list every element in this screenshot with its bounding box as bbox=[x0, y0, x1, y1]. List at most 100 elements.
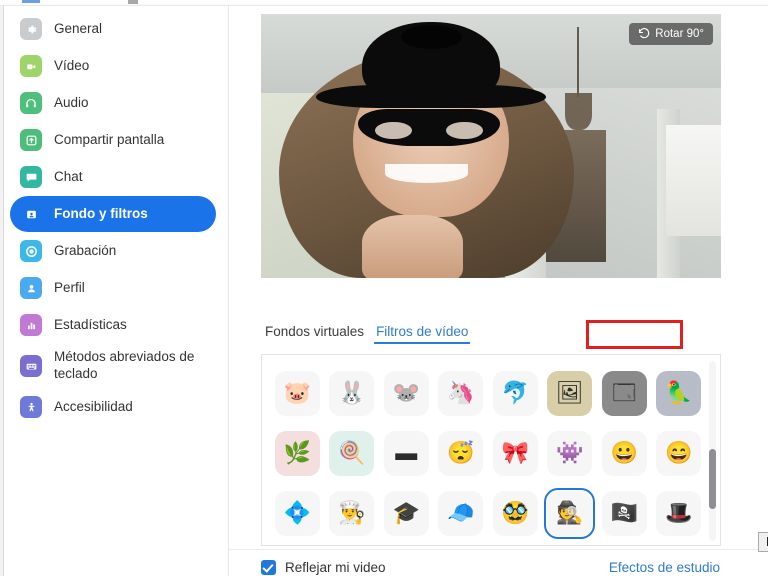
filter-cell[interactable]: 🐭 bbox=[379, 363, 434, 423]
filter-cell[interactable]: 🐬 bbox=[488, 363, 543, 423]
preview-mask-eye-left bbox=[374, 121, 412, 140]
share-screen-icon bbox=[20, 129, 42, 151]
graduation-cap-filter: 🎓 bbox=[383, 490, 429, 536]
filter-cell[interactable]: 🎩 bbox=[652, 483, 707, 543]
filter-cell[interactable]: 🦄 bbox=[434, 363, 489, 423]
keyboard-icon bbox=[20, 355, 42, 377]
sidebar-item-label: Vídeo bbox=[54, 57, 90, 73]
filter-cell[interactable]: 😄 bbox=[652, 423, 707, 483]
mustache-filter: 🥸 bbox=[492, 490, 538, 536]
sidebar-item-headphones[interactable]: Audio bbox=[10, 85, 216, 121]
antenna-bug-filter: 👾 bbox=[547, 430, 593, 476]
sidebar-item-gear[interactable]: General bbox=[10, 11, 216, 47]
dark-frame-filter: 🗔 bbox=[601, 370, 647, 416]
rotate-ccw-icon bbox=[638, 27, 650, 42]
unibrow-filter: ▬ bbox=[383, 430, 429, 476]
chat-bubble-icon bbox=[20, 166, 42, 188]
filter-cell[interactable]: 🥸 bbox=[488, 483, 543, 543]
sidebar-item-profile-person[interactable]: Perfil bbox=[10, 270, 216, 306]
filter-cell[interactable]: 🧢 bbox=[434, 483, 489, 543]
rotate-90-label: Rotar 90° bbox=[655, 28, 704, 40]
sidebar-left-edge bbox=[0, 0, 4, 576]
black-fedora-filter: 🎩 bbox=[656, 490, 702, 536]
red-beret-filter: 🧢 bbox=[438, 490, 484, 536]
filter-cell[interactable]: 🐷 bbox=[270, 363, 325, 423]
sidebar-item-background-filters[interactable]: Fondo y filtros bbox=[10, 196, 216, 232]
sidebar-item-label: Accesibilidad bbox=[54, 398, 133, 414]
sidebar-item-video-camera[interactable]: Vídeo bbox=[10, 48, 216, 84]
long-hair-filter: 😄 bbox=[656, 430, 702, 476]
tab-virtual-backgrounds[interactable]: Fondos virtuales bbox=[261, 322, 368, 344]
unicorn-horn-filter: 🦄 bbox=[438, 370, 484, 416]
studio-effects-link[interactable]: Efectos de estudio bbox=[609, 560, 720, 575]
gold-frame-filter: 🖼 bbox=[547, 370, 593, 416]
sidebar-item-label: Chat bbox=[54, 168, 83, 184]
gear-icon bbox=[20, 18, 42, 40]
rotate-90-button[interactable]: Rotar 90° bbox=[629, 23, 713, 45]
sidebar-item-chat-bubble[interactable]: Chat bbox=[10, 159, 216, 195]
filter-cell[interactable]: 😴 bbox=[434, 423, 489, 483]
filter-cell[interactable]: 👨‍🍳 bbox=[325, 483, 380, 543]
filter-scrollbar-thumb[interactable] bbox=[709, 449, 716, 509]
filter-cell[interactable]: ▬ bbox=[379, 423, 434, 483]
mirror-video-label: Reflejar mi video bbox=[285, 560, 386, 575]
preview-window-light bbox=[665, 124, 721, 236]
cockatiel-bird-filter: 🦜 bbox=[656, 370, 702, 416]
filter-cell[interactable]: 👾 bbox=[543, 423, 598, 483]
sidebar-item-share-screen[interactable]: Compartir pantalla bbox=[10, 122, 216, 158]
filter-cell[interactable]: 🗔 bbox=[597, 363, 652, 423]
bottom-divider bbox=[229, 549, 768, 550]
filter-cell[interactable]: 😀 bbox=[597, 423, 652, 483]
filter-cell[interactable]: 🎓 bbox=[379, 483, 434, 543]
filter-cell[interactable]: 🌿 bbox=[270, 423, 325, 483]
preview-chandelier bbox=[564, 26, 593, 131]
profile-person-icon bbox=[20, 277, 42, 299]
blonde-bangs-filter: 😀 bbox=[601, 430, 647, 476]
preview-person-smile bbox=[385, 164, 468, 183]
tab-video-filters[interactable]: Filtros de vídeo bbox=[372, 322, 472, 344]
video-camera-icon bbox=[20, 55, 42, 77]
filter-tabs: Fondos virtuales Filtros de vídeo bbox=[261, 322, 472, 344]
filter-cell[interactable]: 🦜 bbox=[652, 363, 707, 423]
filter-cell[interactable]: 🍭 bbox=[325, 423, 380, 483]
headphones-icon bbox=[20, 92, 42, 114]
filter-cell[interactable]: 💠 bbox=[270, 483, 325, 543]
sidebar-nav-list: General Vídeo Audio Compartir pantalla Chat F… bbox=[0, 11, 228, 425]
filter-cell[interactable]: 🕵 bbox=[543, 483, 598, 543]
mirror-video-checkbox[interactable] bbox=[261, 560, 276, 575]
chef-hat-filter: 👨‍🍳 bbox=[329, 490, 375, 536]
pirate-hat-filter: 🏴‍☠️ bbox=[601, 490, 647, 536]
sidebar-item-statistics-bar[interactable]: Estadísticas bbox=[10, 307, 216, 343]
sidebar-item-keyboard[interactable]: Métodos abreviados de teclado bbox=[10, 344, 216, 388]
filter-tooltip: Bandit bbox=[758, 532, 768, 552]
filter-cell[interactable]: 🏴‍☠️ bbox=[597, 483, 652, 543]
filter-cell[interactable]: 🖼 bbox=[543, 363, 598, 423]
mouse-ears-filter: 🐭 bbox=[383, 370, 429, 416]
accessibility-icon bbox=[20, 396, 42, 418]
statistics-bar-icon bbox=[20, 314, 42, 336]
sleepy-zzz-filter: 😴 bbox=[438, 430, 484, 476]
filter-cell[interactable]: 🐰 bbox=[325, 363, 380, 423]
bandit-hat-mask-filter: 🕵 bbox=[543, 487, 596, 539]
window-top-divider bbox=[0, 5, 768, 6]
settings-main-panel: Rotar 90° Fondos virtuales Filtros de víd… bbox=[229, 0, 768, 576]
rabbit-ears-filter: 🐰 bbox=[329, 370, 375, 416]
sidebar-item-label: Estadísticas bbox=[54, 316, 127, 332]
sidebar-item-label: Compartir pantalla bbox=[54, 131, 165, 147]
sidebar-item-accessibility[interactable]: Accesibilidad bbox=[10, 389, 216, 425]
sidebar-item-record-circle[interactable]: Grabación bbox=[10, 233, 216, 269]
filter-grid-panel: 🐷 🐰 🐭 🦄 🐬 🖼 🗔 🦜 🌿 🍭 ▬ 😴 🎀 👾 😀 😄 💠 👨‍🍳 🎓 🧢 🥸 🕵 🏴‍☠️ 🎩 bbox=[261, 354, 721, 546]
red-bandana-filter: 🎀 bbox=[492, 430, 538, 476]
video-preview[interactable]: Rotar 90° bbox=[261, 14, 721, 278]
sidebar-item-label: Métodos abreviados de teclado bbox=[54, 349, 195, 381]
pig-face-filter: 🐷 bbox=[274, 370, 320, 416]
sidebar-item-label: Perfil bbox=[54, 279, 85, 295]
window-fragment-gray bbox=[128, 0, 138, 4]
lollipop-filter: 🍭 bbox=[329, 430, 375, 476]
preview-mask-eye-right bbox=[446, 121, 484, 140]
window-fragment-blue bbox=[22, 0, 40, 3]
preview-bandit-mask-overlay bbox=[357, 109, 501, 146]
filter-grid: 🐷 🐰 🐭 🦄 🐬 🖼 🗔 🦜 🌿 🍭 ▬ 😴 🎀 👾 😀 😄 💠 👨‍🍳 🎓 🧢 🥸 🕵 🏴‍☠️ 🎩 bbox=[262, 355, 720, 543]
filter-cell[interactable]: 🎀 bbox=[488, 423, 543, 483]
sidebar-item-label: Fondo y filtros bbox=[54, 205, 148, 221]
